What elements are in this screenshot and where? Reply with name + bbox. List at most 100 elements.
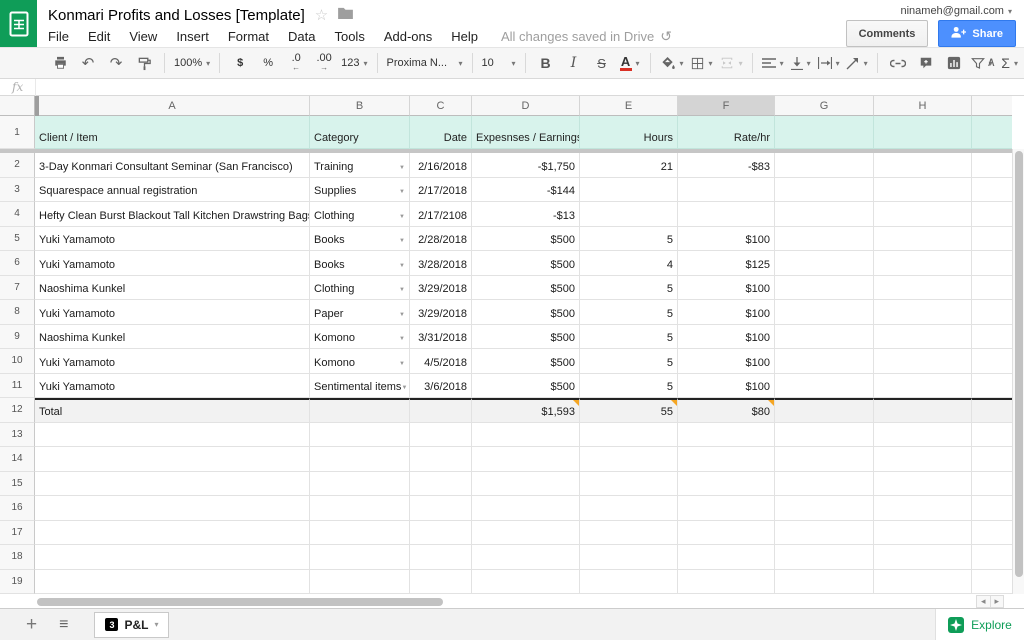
functions-button[interactable]: Σ▾: [999, 51, 1021, 75]
cell-d2[interactable]: -$1,750: [472, 153, 580, 178]
cell-x5[interactable]: [972, 227, 1012, 252]
category-dropdown-icon[interactable]: ▼: [399, 263, 405, 271]
cell-a13[interactable]: [35, 423, 310, 448]
collapse-toolbar-icon[interactable]: ∧: [986, 54, 996, 70]
cell-b19[interactable]: [310, 570, 410, 595]
cell-e17[interactable]: [580, 521, 678, 546]
cell-g2[interactable]: [775, 153, 874, 178]
cell-c10[interactable]: 4/5/2018: [410, 349, 472, 374]
cell-h13[interactable]: [874, 423, 972, 448]
row-header-14[interactable]: 14: [0, 447, 35, 472]
format-percent-button[interactable]: %: [257, 51, 279, 75]
cell-x17[interactable]: [972, 521, 1012, 546]
row-header-2[interactable]: 2: [0, 153, 35, 178]
cell-g10[interactable]: [775, 349, 874, 374]
cell-c12[interactable]: [410, 398, 472, 423]
cell-d15[interactable]: [472, 472, 580, 497]
italic-button[interactable]: I: [563, 51, 585, 75]
cell-d5[interactable]: $500: [472, 227, 580, 252]
cell-x11[interactable]: [972, 374, 1012, 399]
cell-c1[interactable]: Date: [410, 116, 472, 149]
sheets-logo-icon[interactable]: [0, 0, 37, 47]
cell-x9[interactable]: [972, 325, 1012, 350]
cell-g14[interactable]: [775, 447, 874, 472]
folder-icon[interactable]: [338, 6, 353, 24]
menu-help[interactable]: Help: [451, 29, 478, 44]
vertical-scrollbar-track[interactable]: [1012, 149, 1024, 594]
cell-b11[interactable]: Sentimental items▼: [310, 374, 410, 399]
cell-f11[interactable]: $100: [678, 374, 775, 399]
cell-h7[interactable]: [874, 276, 972, 301]
cell-a1[interactable]: Client / Item: [35, 116, 310, 149]
cell-a7[interactable]: Naoshima Kunkel: [35, 276, 310, 301]
cell-f19[interactable]: [678, 570, 775, 595]
cell-e16[interactable]: [580, 496, 678, 521]
cell-h9[interactable]: [874, 325, 972, 350]
cell-h10[interactable]: [874, 349, 972, 374]
row-header-16[interactable]: 16: [0, 496, 35, 521]
undo-icon[interactable]: ↶: [77, 51, 99, 75]
cell-b12[interactable]: [310, 398, 410, 423]
star-icon[interactable]: ☆: [315, 6, 328, 24]
cell-x18[interactable]: [972, 545, 1012, 570]
menu-insert[interactable]: Insert: [176, 29, 209, 44]
cell-x19[interactable]: [972, 570, 1012, 595]
vertical-scrollbar[interactable]: [1015, 151, 1023, 577]
cell-a14[interactable]: [35, 447, 310, 472]
cell-g9[interactable]: [775, 325, 874, 350]
cell-g8[interactable]: [775, 300, 874, 325]
column-header-h[interactable]: H: [874, 96, 972, 116]
bold-button[interactable]: B: [535, 51, 557, 75]
cell-d12[interactable]: $1,593: [472, 398, 580, 423]
column-header-c[interactable]: C: [410, 96, 472, 116]
cell-e19[interactable]: [580, 570, 678, 595]
menu-data[interactable]: Data: [288, 29, 315, 44]
explore-button[interactable]: Explore: [935, 609, 1024, 640]
redo-icon[interactable]: ↷: [105, 51, 127, 75]
cell-b17[interactable]: [310, 521, 410, 546]
cell-h2[interactable]: [874, 153, 972, 178]
cell-e15[interactable]: [580, 472, 678, 497]
cell-c13[interactable]: [410, 423, 472, 448]
cell-g18[interactable]: [775, 545, 874, 570]
column-header-b[interactable]: B: [310, 96, 410, 116]
cell-f12[interactable]: $80: [678, 398, 775, 423]
cell-f1[interactable]: Rate/hr: [678, 116, 775, 149]
cell-e9[interactable]: 5: [580, 325, 678, 350]
row-header-12[interactable]: 12: [0, 398, 35, 423]
cell-f3[interactable]: [678, 178, 775, 203]
cell-x16[interactable]: [972, 496, 1012, 521]
sheet-tab-menu-icon[interactable]: ▾: [154, 620, 158, 629]
row-header-18[interactable]: 18: [0, 545, 35, 570]
cell-f14[interactable]: [678, 447, 775, 472]
cell-e6[interactable]: 4: [580, 251, 678, 276]
cell-b6[interactable]: Books▼: [310, 251, 410, 276]
column-header-f[interactable]: F: [678, 96, 775, 116]
cell-g12[interactable]: [775, 398, 874, 423]
cell-x8[interactable]: [972, 300, 1012, 325]
cell-d16[interactable]: [472, 496, 580, 521]
cell-f8[interactable]: $100: [678, 300, 775, 325]
insert-comment-icon[interactable]: [915, 51, 937, 75]
cell-h12[interactable]: [874, 398, 972, 423]
cell-x14[interactable]: [972, 447, 1012, 472]
menu-edit[interactable]: Edit: [88, 29, 110, 44]
cell-b18[interactable]: [310, 545, 410, 570]
number-format-select[interactable]: 123▾: [341, 51, 367, 75]
cell-h17[interactable]: [874, 521, 972, 546]
cell-e1[interactable]: Hours: [580, 116, 678, 149]
cell-h6[interactable]: [874, 251, 972, 276]
scroll-left-icon[interactable]: ◂: [977, 596, 990, 607]
cell-f16[interactable]: [678, 496, 775, 521]
column-header-a[interactable]: A: [35, 96, 310, 116]
cell-h15[interactable]: [874, 472, 972, 497]
cell-h8[interactable]: [874, 300, 972, 325]
cell-a2[interactable]: 3-Day Konmari Consultant Seminar (San Fr…: [35, 153, 310, 178]
row-header-7[interactable]: 7: [0, 276, 35, 301]
cell-b15[interactable]: [310, 472, 410, 497]
cell-h16[interactable]: [874, 496, 972, 521]
cell-g1[interactable]: [775, 116, 874, 149]
increase-decimal-button[interactable]: .00→: [313, 51, 335, 75]
category-dropdown-icon[interactable]: ▼: [399, 312, 405, 320]
cell-b5[interactable]: Books▼: [310, 227, 410, 252]
